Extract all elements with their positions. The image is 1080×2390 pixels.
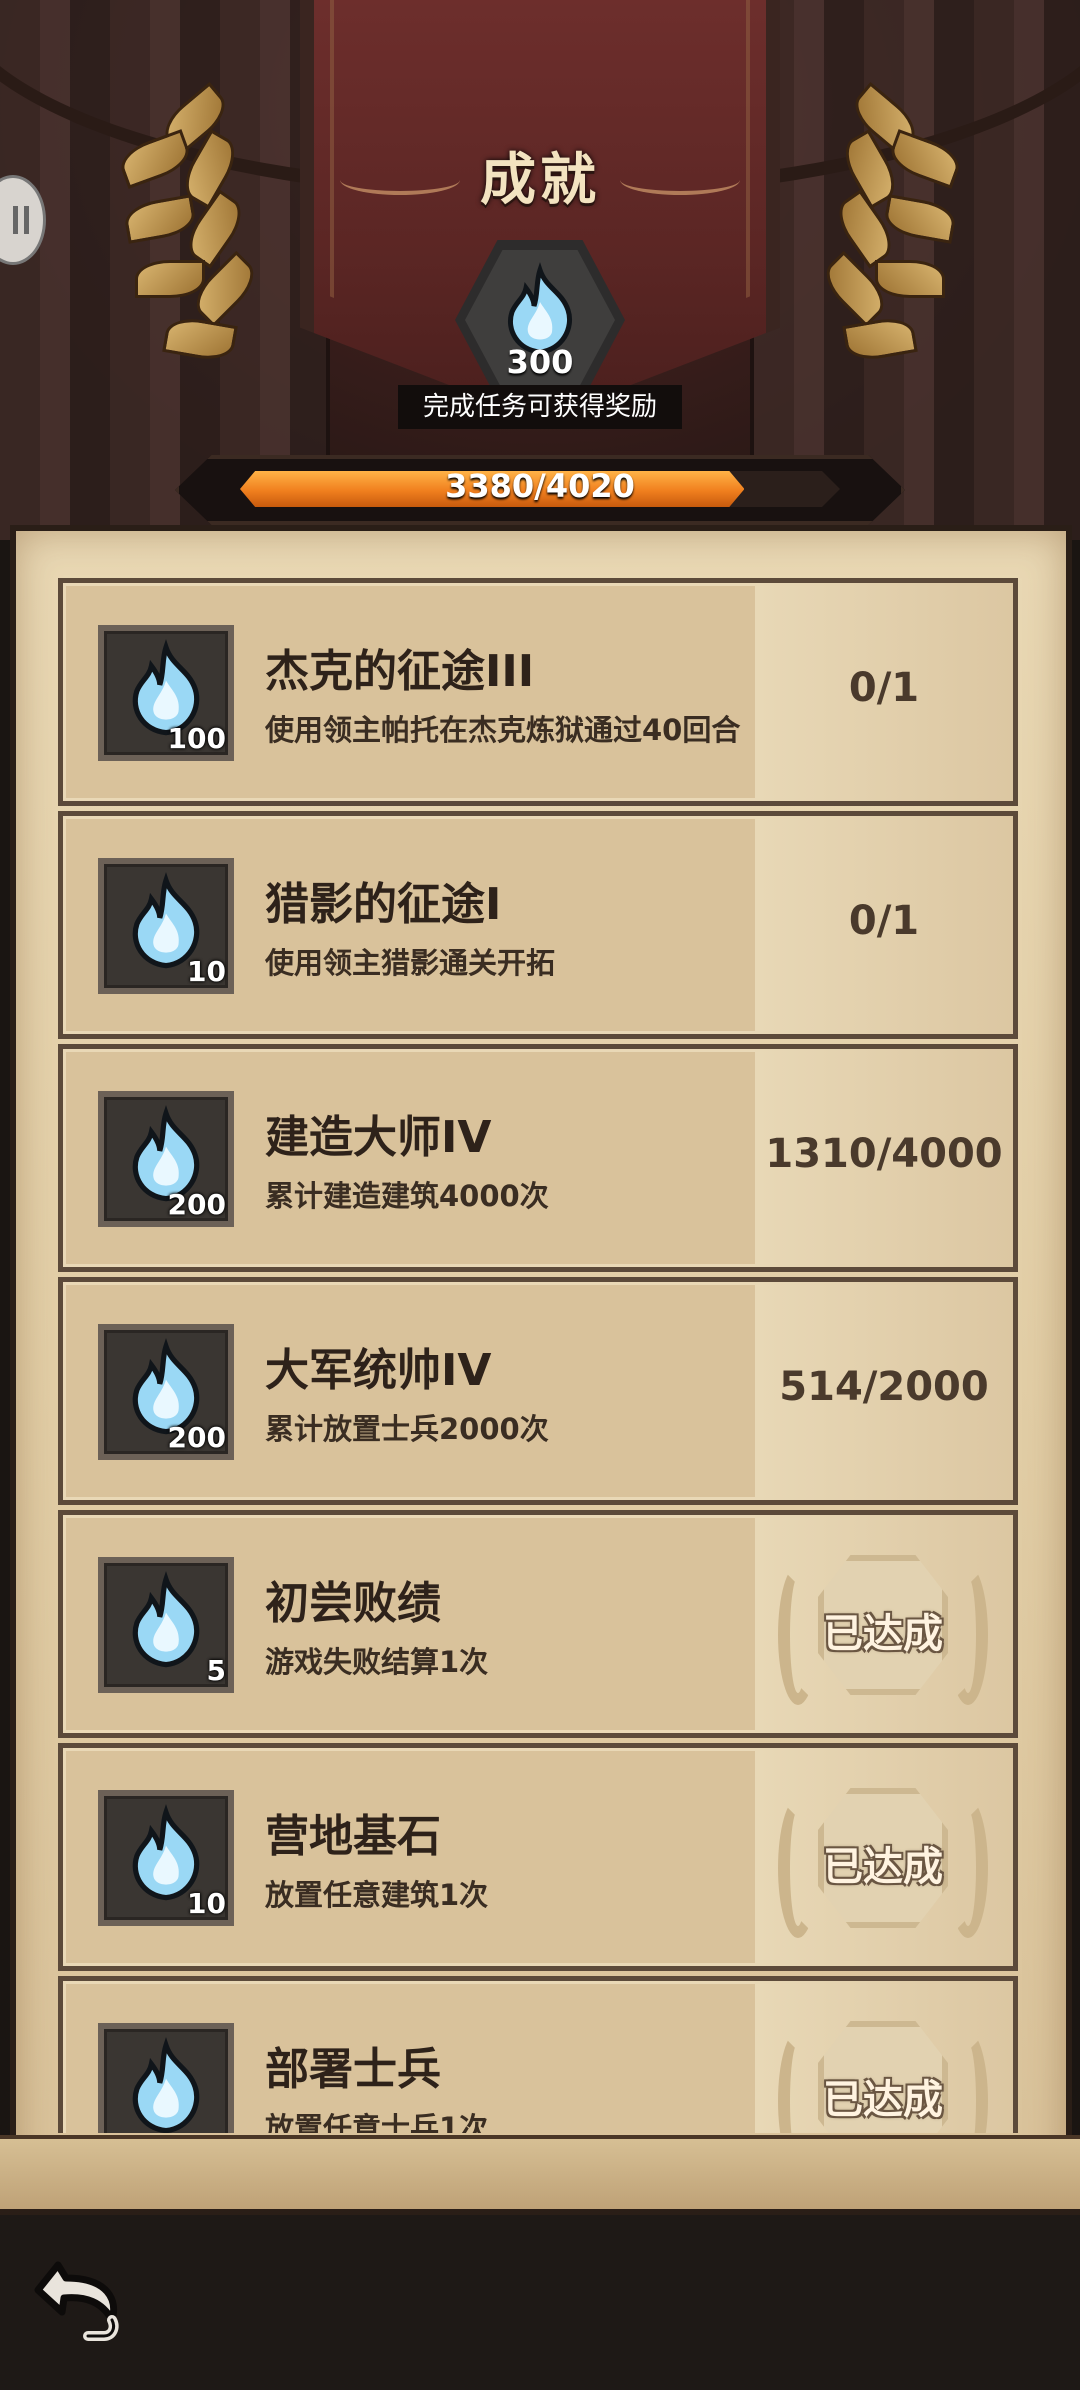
achievement-list[interactable]: 100 杰克的征途III 使用领主帕托在杰克炼狱通过40回合 0/1 10 猎影的征途I 使… <box>58 578 1018 2133</box>
completed-seal: 已达成 <box>778 1535 988 1725</box>
page-title: 成就 <box>480 148 600 213</box>
achievement-title: 部署士兵 <box>265 2044 441 2095</box>
reward-icon-box <box>98 2023 234 2133</box>
blue-flame-icon <box>132 2037 200 2133</box>
footer-bar <box>0 2215 1080 2390</box>
reward-icon-box: 10 <box>98 858 234 994</box>
achievement-progress: 0/1 <box>848 898 920 944</box>
achievement-card[interactable]: 200 大军统帅IV 累计放置士兵2000次 514/2000 <box>58 1277 1018 1505</box>
achievement-header: 成就 300 完成任务可获得奖励 3380/4020 <box>0 0 1080 540</box>
achievement-card[interactable]: 10 猎影的征途I 使用领主猎影通关开拓 0/1 <box>58 811 1018 1039</box>
laurel-left-icon <box>115 81 290 420</box>
achievement-title: 初尝败绩 <box>265 1578 441 1629</box>
achievement-desc: 累计建造建筑4000次 <box>265 1179 549 1213</box>
achievement-title: 建造大师IV <box>265 1112 492 1163</box>
reward-icon-box: 200 <box>98 1324 234 1460</box>
achievement-card[interactable]: 5 初尝败绩游戏失败结算1次 已达成 <box>58 1510 1018 1738</box>
scroll-roll <box>0 2135 1080 2215</box>
completed-label: 已达成 <box>823 1844 943 1890</box>
back-arrow-icon[interactable] <box>28 2240 138 2350</box>
achievement-card[interactable]: 200 建造大师IV 累计建造建筑4000次 1310/4000 <box>58 1044 1018 1272</box>
achievement-title: 大军统帅IV <box>265 1345 492 1396</box>
reward-count: 10 <box>187 955 226 988</box>
achievement-title: 营地基石 <box>265 1811 441 1862</box>
reward-icon-box: 10 <box>98 1790 234 1926</box>
reward-tip: 完成任务可获得奖励 <box>398 385 682 429</box>
progress-text: 3380/4020 <box>445 467 635 505</box>
achievement-card[interactable]: 部署士兵放置任意士兵1次 已达成 <box>58 1976 1018 2133</box>
completed-seal: 已达成 <box>778 1768 988 1958</box>
achievement-desc: 使用领主帕托在杰克炼狱通过40回合 <box>265 713 741 747</box>
reward-count: 200 <box>167 1421 226 1454</box>
completed-label: 已达成 <box>823 2077 943 2123</box>
reward-count: 10 <box>187 1887 226 1920</box>
achievement-progress: 514/2000 <box>779 1364 989 1410</box>
achievement-card[interactable]: 100 杰克的征途III 使用领主帕托在杰克炼狱通过40回合 0/1 <box>58 578 1018 806</box>
achievement-desc: 放置任意士兵1次 <box>265 2111 489 2133</box>
achievement-desc: 放置任意建筑1次 <box>265 1878 489 1912</box>
completed-seal: 已达成 <box>778 2001 988 2133</box>
achievement-desc: 累计放置士兵2000次 <box>265 1412 549 1446</box>
achievement-card[interactable]: 10 营地基石放置任意建筑1次 已达成 <box>58 1743 1018 1971</box>
reward-amount: 300 <box>506 343 574 381</box>
reward-count: 5 <box>206 1654 226 1687</box>
pause-icon <box>13 206 29 234</box>
achievement-title: 猎影的征途I <box>265 879 502 930</box>
blue-flame-icon <box>132 1571 200 1668</box>
achievement-desc: 使用领主猎影通关开拓 <box>265 946 556 980</box>
reward-count: 200 <box>167 1188 226 1221</box>
reward-icon-box: 100 <box>98 625 234 761</box>
achievement-desc: 游戏失败结算1次 <box>265 1645 489 1679</box>
achievement-progress: 0/1 <box>848 665 920 711</box>
laurel-right-icon <box>790 81 965 420</box>
completed-label: 已达成 <box>823 1611 943 1657</box>
achievement-progress: 1310/4000 <box>765 1131 1003 1177</box>
reward-icon-box: 200 <box>98 1091 234 1227</box>
achievement-title: 杰克的征途III <box>265 646 535 697</box>
reward-count: 100 <box>167 722 226 755</box>
reward-icon-box: 5 <box>98 1557 234 1693</box>
